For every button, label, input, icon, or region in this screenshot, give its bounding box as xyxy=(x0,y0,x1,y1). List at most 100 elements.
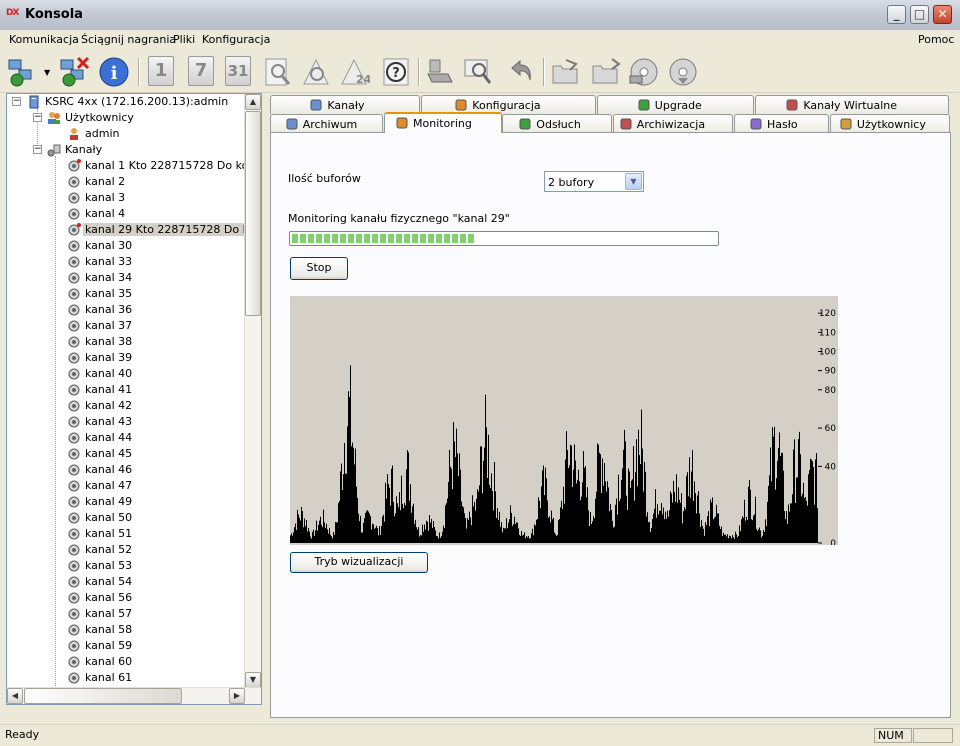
menu-konfiguracja[interactable]: Konfiguracja xyxy=(202,33,270,46)
scroll-up-button[interactable]: ▲ xyxy=(245,94,261,110)
dropdown-arrow-icon[interactable]: ▼ xyxy=(44,68,50,77)
open-folder-icon[interactable] xyxy=(550,56,582,88)
scroll-h-thumb[interactable] xyxy=(24,688,182,704)
connect-icon[interactable] xyxy=(6,56,38,88)
channel-icon xyxy=(67,447,83,461)
tree-channel-item[interactable]: kanal 2 xyxy=(67,174,127,190)
stamp-icon[interactable] xyxy=(424,56,456,88)
tree-channel-item[interactable]: kanal 29 Kto 228715728 Do kogo xyxy=(67,222,261,238)
tree-user-admin[interactable]: admin xyxy=(67,126,121,142)
search-24h-icon[interactable]: 24 xyxy=(338,56,370,88)
tree-channel-item[interactable]: kanal 53 xyxy=(67,558,134,574)
signal-bar xyxy=(425,529,426,543)
calendar-day-icon[interactable]: 1 xyxy=(148,56,174,86)
info-icon[interactable]: i xyxy=(98,56,130,88)
scroll-left-button[interactable]: ◀ xyxy=(7,688,23,704)
menu-pomoc[interactable]: Pomoc xyxy=(918,33,954,46)
signal-bar xyxy=(317,530,318,543)
calendar-month-icon[interactable]: 31 xyxy=(225,56,251,86)
visualization-mode-button[interactable]: Tryb wizualizacji xyxy=(290,552,428,573)
search-doc-icon[interactable] xyxy=(262,56,294,88)
signal-bar xyxy=(660,510,661,543)
tree-channel-item[interactable]: kanal 43 xyxy=(67,414,134,430)
tree-channel-item[interactable]: kanal 44 xyxy=(67,430,134,446)
signal-bar xyxy=(322,527,323,543)
signal-bar xyxy=(448,481,449,543)
signal-bar xyxy=(543,465,544,543)
tree-vertical-scrollbar[interactable]: ▲ ▼ xyxy=(244,94,261,688)
expand-root-toggle[interactable]: − xyxy=(12,97,21,106)
tree-channel-item[interactable]: kanal 1 Kto 228715728 Do kogo 8 xyxy=(67,158,261,174)
tree-channel-item[interactable]: kanal 52 xyxy=(67,542,134,558)
signal-bar xyxy=(466,528,467,543)
tree-channel-item[interactable]: kanal 41 xyxy=(67,382,134,398)
search-time-icon[interactable] xyxy=(300,56,332,88)
undo-icon[interactable] xyxy=(504,56,536,88)
tree-channel-item[interactable]: kanal 4 xyxy=(67,206,127,222)
expand-channels-toggle[interactable]: − xyxy=(33,145,42,154)
tree-root-server[interactable]: KSRC 4xx (172.16.200.13):admin xyxy=(27,94,230,110)
menu-komunikacja[interactable]: Komunikacja xyxy=(9,33,79,46)
tree-channel-item[interactable]: kanal 58 xyxy=(67,622,134,638)
tree-channel-item[interactable]: kanal 57 xyxy=(67,606,134,622)
tree-channel-item[interactable]: kanal 60 xyxy=(67,654,134,670)
scroll-down-button[interactable]: ▼ xyxy=(245,672,261,688)
tree-channel-item[interactable]: kanal 36 xyxy=(67,302,134,318)
tree-channel-item[interactable]: kanal 42 xyxy=(67,398,134,414)
disc-burn-icon[interactable] xyxy=(628,56,660,88)
tree-channel-item[interactable]: kanal 39 xyxy=(67,350,134,366)
maximize-button[interactable]: □ xyxy=(910,5,929,24)
scroll-right-button[interactable]: ▶ xyxy=(229,688,245,704)
tree-channel-item[interactable]: kanal 56 xyxy=(67,590,134,606)
tree-channel-item[interactable]: kanal 45 xyxy=(67,446,134,462)
close-button[interactable]: ✕ xyxy=(933,5,952,24)
tab-archiwum[interactable]: Archiwum xyxy=(270,114,383,133)
minimize-button[interactable]: _ xyxy=(887,5,906,24)
tree-channel-item[interactable]: kanal 47 xyxy=(67,478,134,494)
stop-button[interactable]: Stop xyxy=(290,257,348,280)
disc-save-icon[interactable] xyxy=(667,56,699,88)
tree-channel-item[interactable]: kanal 35 xyxy=(67,286,134,302)
tab-hasło[interactable]: Hasło xyxy=(734,114,829,133)
tree-channel-item[interactable]: kanal 50 xyxy=(67,510,134,526)
tree-channel-item[interactable]: kanal 33 xyxy=(67,254,134,270)
signal-bar xyxy=(396,496,397,543)
signal-bar xyxy=(465,518,466,543)
title-bar[interactable]: DX Konsola _ □ ✕ xyxy=(0,0,960,31)
tree-channel-item[interactable]: kanal 59 xyxy=(67,638,134,654)
menu-sciagnij-nagrania[interactable]: Ściągnij nagrania xyxy=(81,33,176,46)
save-folder-icon[interactable] xyxy=(590,56,622,88)
tree-channel-item[interactable]: kanal 3 xyxy=(67,190,127,206)
tab-kanały-wirtualne[interactable]: Kanały Wirtualne xyxy=(755,95,949,114)
tree-users-group[interactable]: Użytkownicy xyxy=(47,110,136,126)
signal-bar xyxy=(419,536,420,543)
tab-użytkownicy[interactable]: Użytkownicy xyxy=(830,114,950,133)
expand-users-toggle[interactable]: − xyxy=(33,113,42,122)
tree-view[interactable]: − KSRC 4xx (172.16.200.13):admin − Użytkown… xyxy=(6,93,262,705)
chevron-down-icon[interactable]: ▼ xyxy=(625,173,642,190)
tab-odsłuch[interactable]: Odsłuch xyxy=(502,114,612,133)
disconnect-icon[interactable] xyxy=(58,56,90,88)
tab-monitoring[interactable]: Monitoring xyxy=(384,112,502,133)
tree-channel-item[interactable]: kanal 34 xyxy=(67,270,134,286)
scroll-thumb[interactable] xyxy=(245,111,261,316)
tree-channel-item[interactable]: kanal 61 xyxy=(67,670,134,686)
tree-channel-item[interactable]: kanal 30 xyxy=(67,238,134,254)
tree-channel-item[interactable]: kanal 37 xyxy=(67,318,134,334)
buffers-select[interactable]: 2 bufory ▼ xyxy=(544,171,644,192)
tab-archiwizacja[interactable]: Archiwizacja xyxy=(613,114,733,133)
tree-channel-item[interactable]: kanal 40 xyxy=(67,366,134,382)
menu-pliki[interactable]: Pliki xyxy=(173,33,195,46)
tree-horizontal-scrollbar[interactable]: ◀ ▶ xyxy=(7,687,261,704)
signal-bar xyxy=(515,524,516,543)
signal-bar xyxy=(391,468,392,543)
calendar-week-icon[interactable]: 7 xyxy=(188,56,214,86)
tree-channel-item[interactable]: kanal 49 xyxy=(67,494,134,510)
monitor-search-icon[interactable] xyxy=(462,56,494,88)
tree-channel-item[interactable]: kanal 46 xyxy=(67,462,134,478)
tab-upgrade[interactable]: Upgrade xyxy=(597,95,754,114)
tree-channel-item[interactable]: kanal 54 xyxy=(67,574,134,590)
help-icon[interactable]: ? xyxy=(380,56,412,88)
tree-channel-item[interactable]: kanal 51 xyxy=(67,526,134,542)
tree-channel-item[interactable]: kanal 38 xyxy=(67,334,134,350)
